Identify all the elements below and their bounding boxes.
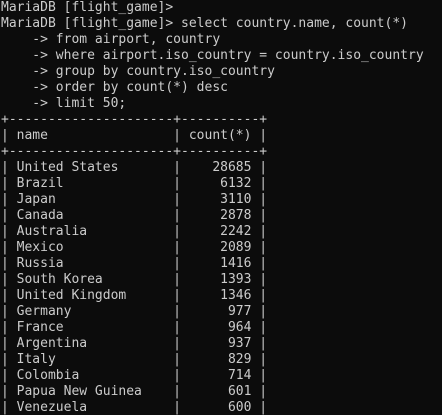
table-row: | Papua New Guinea | 601 |	[1, 384, 268, 399]
table-row: | United Kingdom | 1346 |	[1, 288, 268, 303]
table-row: | Germany | 977 |	[1, 304, 268, 319]
command-line: -> group by country.iso_country	[1, 64, 275, 79]
command-line: -> from airport, country	[1, 32, 221, 47]
table-row: | Australia | 2242 |	[1, 224, 268, 239]
table-row: | Venezuela | 600 |	[1, 400, 268, 415]
table-row: | South Korea | 1393 |	[1, 272, 268, 287]
table-row: | United States | 28685 |	[1, 160, 268, 175]
table-row: | Russia | 1416 |	[1, 256, 268, 271]
command-line: -> limit 50;	[1, 96, 127, 111]
command-line: MariaDB [flight_game]> select country.na…	[1, 16, 408, 31]
table-row: | Mexico | 2089 |	[1, 240, 268, 255]
table-row: | Colombia | 714 |	[1, 368, 268, 383]
table-row: | Italy | 829 |	[1, 352, 268, 367]
command-line: -> order by count(*) desc	[1, 80, 228, 95]
table-row: | Argentina | 937 |	[1, 336, 268, 351]
table-row: | Japan | 3110 |	[1, 192, 268, 207]
table-row: | Canada | 2878 |	[1, 208, 268, 223]
table-row: | Brazil | 6132 |	[1, 176, 268, 191]
table-border-header: +---------------------+----------+	[1, 144, 268, 159]
table-header-row: | name | count(*) |	[1, 128, 268, 143]
table-row: | France | 964 |	[1, 320, 268, 335]
prompt-line: MariaDB [flight_game]>	[1, 0, 174, 15]
table-border-top: +---------------------+----------+	[1, 112, 268, 127]
command-line: -> where airport.iso_country = country.i…	[1, 48, 424, 63]
terminal-window[interactable]: MariaDB [flight_game]> MariaDB [flight_g…	[0, 0, 442, 415]
